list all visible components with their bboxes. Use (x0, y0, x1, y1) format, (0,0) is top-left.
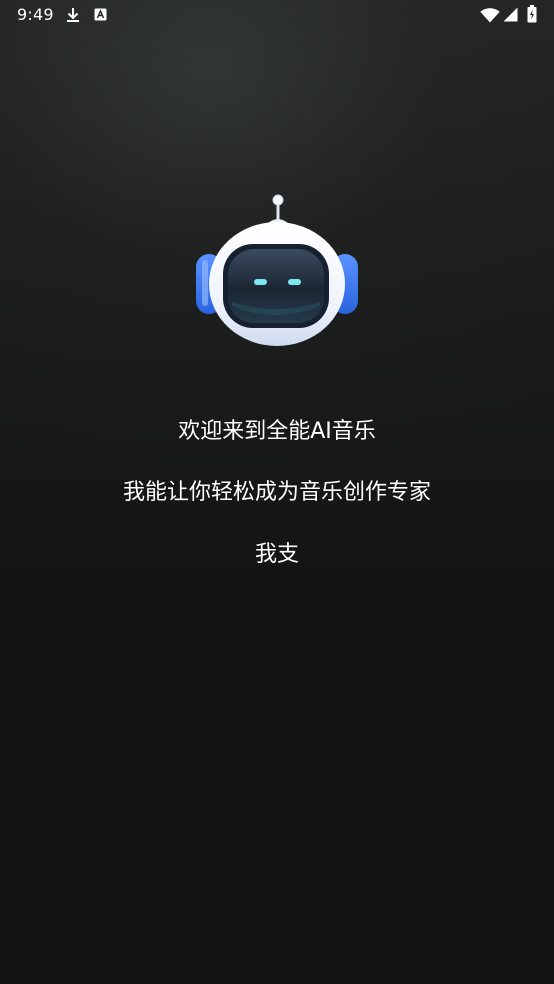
a-letter-icon (94, 8, 107, 21)
welcome-subtitle: 我能让你轻松成为音乐创作专家 (122, 480, 431, 505)
robot-mascot-icon (196, 194, 358, 346)
welcome-title: 欢迎来到全能AI音乐 (178, 419, 376, 444)
download-icon (67, 8, 79, 22)
wifi-icon (480, 8, 500, 23)
status-time: 9:49 (17, 5, 54, 24)
status-bar: 9:49 (0, 0, 554, 30)
signal-icon (503, 7, 518, 22)
battery-icon (527, 5, 537, 23)
splash-screen: 9:49 欢迎来到全能AI音乐 我能让你轻松成为音乐创作专家 我支 (0, 0, 554, 984)
welcome-typing-text: 我支 (254, 542, 299, 567)
